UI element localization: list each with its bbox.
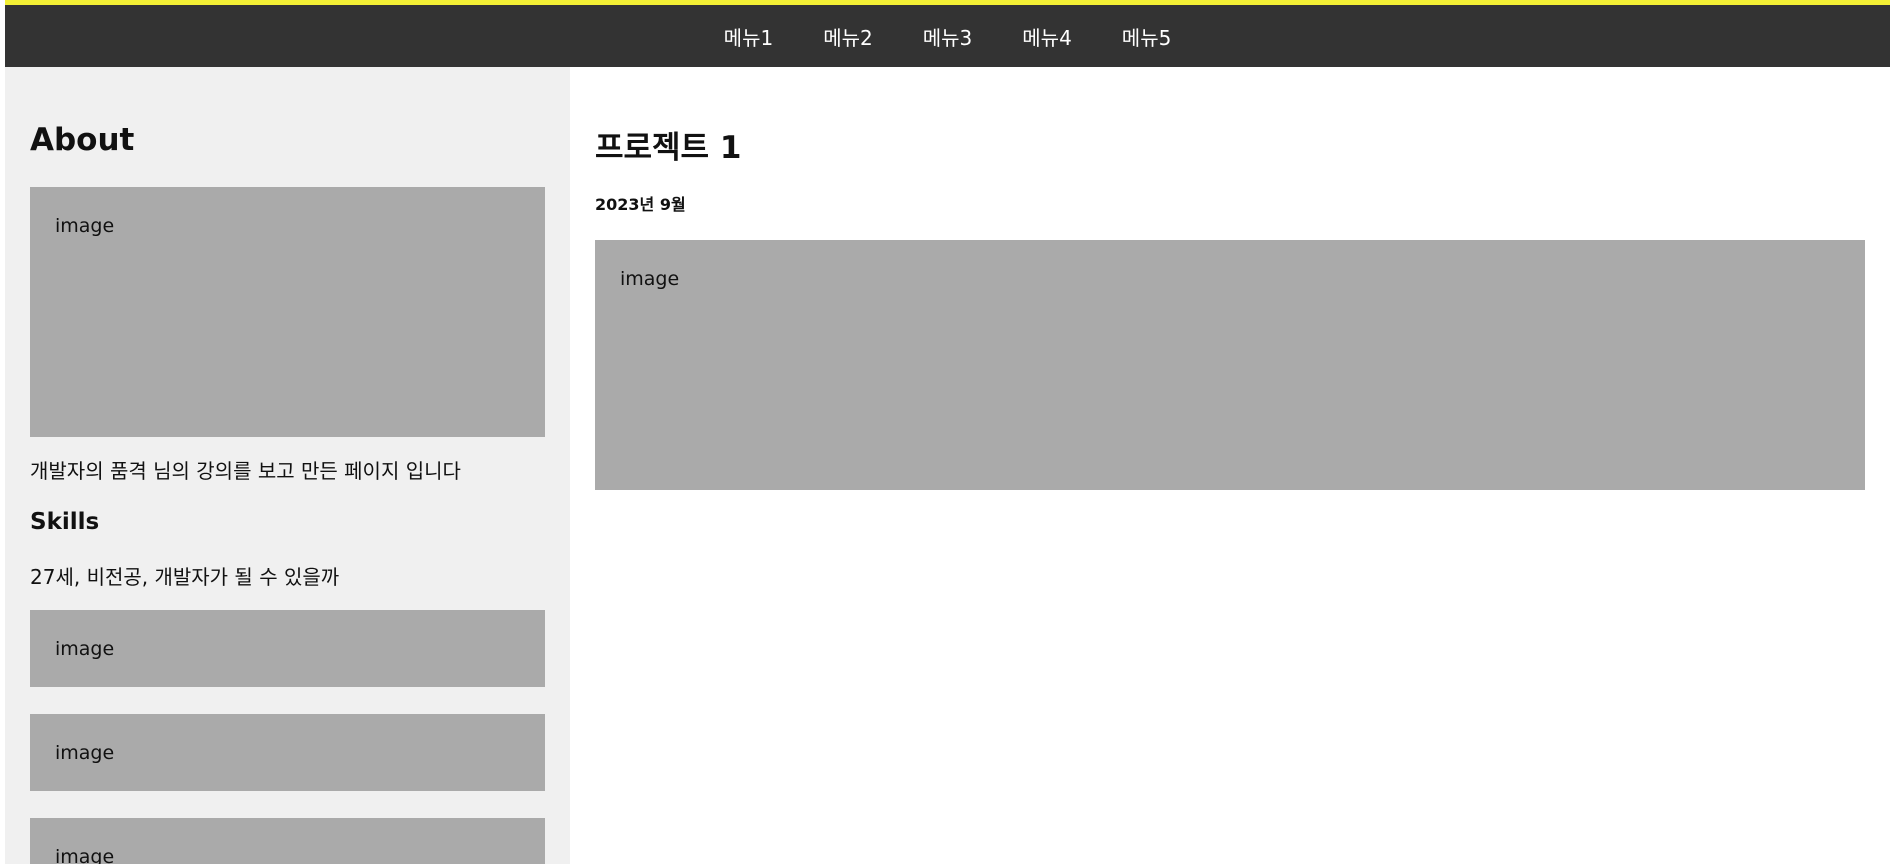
profile-image-placeholder: image	[30, 187, 545, 437]
navbar: 메뉴1 메뉴2 메뉴3 메뉴4 메뉴5	[5, 5, 1890, 67]
skills-text: 27세, 비전공, 개발자가 될 수 있을까	[30, 565, 340, 589]
project-image-label: image	[620, 268, 680, 290]
skills-heading: Skills	[30, 509, 100, 535]
page: 메뉴1 메뉴2 메뉴3 메뉴4 메뉴5 About image 개발자의 품격 …	[5, 5, 1890, 864]
nav-item-menu5[interactable]: 메뉴5	[1097, 22, 1197, 51]
nav-item-menu3[interactable]: 메뉴3	[898, 22, 998, 51]
skill-image-label: image	[55, 742, 115, 764]
intro-text: 개발자의 품격 님의 강의를 보고 만든 페이지 입니다	[30, 459, 461, 483]
sidebar: About image 개발자의 품격 님의 강의를 보고 만든 페이지 입니다…	[5, 67, 570, 864]
skill-image-label: image	[55, 846, 115, 864]
nav-item-menu4[interactable]: 메뉴4	[997, 22, 1097, 51]
profile-image-label: image	[55, 215, 115, 237]
project-title: 프로젝트 1	[595, 130, 742, 166]
about-heading: About	[30, 122, 135, 158]
nav-menu: 메뉴1 메뉴2 메뉴3 메뉴4 메뉴5	[699, 22, 1197, 51]
skill-image-placeholder: image	[30, 818, 545, 864]
skill-image-placeholder: image	[30, 714, 545, 791]
nav-item-menu2[interactable]: 메뉴2	[798, 22, 898, 51]
project-date: 2023년 9월	[595, 195, 686, 214]
project-image-placeholder: image	[595, 240, 1865, 490]
nav-item-menu1[interactable]: 메뉴1	[699, 22, 799, 51]
main-content: 프로젝트 1 2023년 9월 image	[570, 67, 1890, 864]
skill-image-label: image	[55, 638, 115, 660]
skill-image-placeholder: image	[30, 610, 545, 687]
